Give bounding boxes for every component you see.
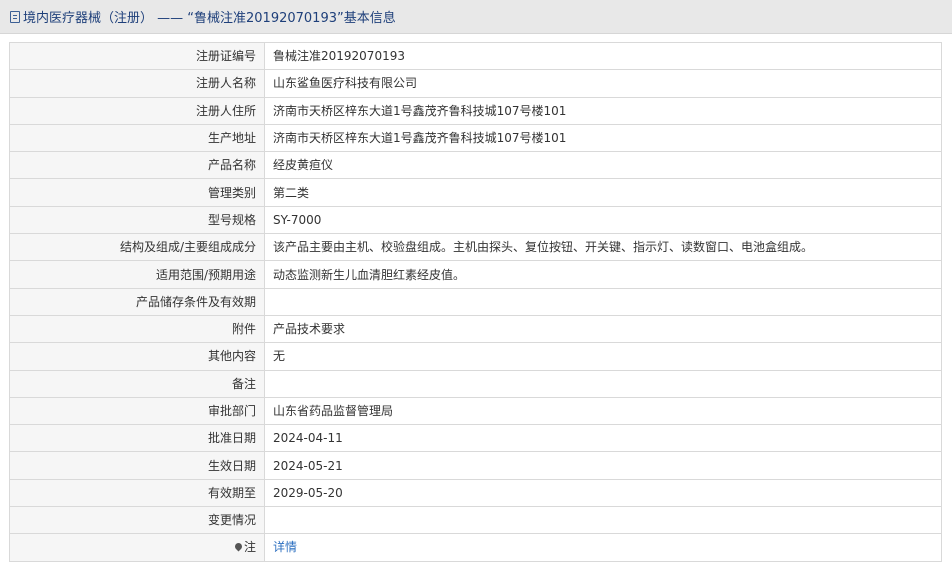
row-value: 2029-05-20 [264,478,942,508]
table-row: 审批部门 山东省药品监督管理局 [9,396,942,426]
table-row: 型号规格 SY-7000 [9,205,942,235]
table-row: 产品储存条件及有效期 [9,287,942,316]
note-value-cell: 详情 [264,533,942,562]
row-label: 审批部门 [9,396,265,426]
row-value: 鲁械注准20192070193 [264,41,942,71]
row-label: 结构及组成/主要组成成分 [9,233,265,262]
table-row: 注册证编号 鲁械注准20192070193 [9,41,942,71]
row-value [264,287,942,316]
table-row: 其他内容无 [9,342,942,371]
row-value: 2024-04-11 [264,424,942,453]
page-header: 境内医疗器械（注册） —— “鲁械注准20192070193”基本信息 [0,0,952,34]
row-label: 其他内容 [9,342,265,371]
table-row: 结构及组成/主要组成成分 该产品主要由主机、校验盘组成。主机由探头、复位按钮、开关… [9,233,942,262]
row-label: 注册证编号 [9,41,265,71]
row-value: 2024-05-21 [264,451,942,480]
row-label: 管理类别 [9,178,265,207]
table-row: 产品名称 经皮黄疸仪 [9,151,942,180]
row-label: 产品储存条件及有效期 [9,287,265,316]
table-row: 适用范围/预期用途 动态监测新生儿血清胆红素经皮值。 [9,260,942,289]
row-value: 山东省药品监督管理局 [264,396,942,426]
row-value: 该产品主要由主机、校验盘组成。主机由探头、复位按钮、开关键、指示灯、读数窗口、电… [264,233,942,262]
row-value: 无 [264,342,942,371]
header-category: 境内医疗器械（注册） [23,11,154,26]
table-row: 备注 [9,369,942,398]
row-label: 适用范围/预期用途 [9,260,265,289]
row-value: 第二类 [264,178,942,207]
row-label: 产品名称 [9,151,265,180]
document-icon [10,10,20,23]
table-row: 变更情况 [9,506,942,535]
table-row: 有效期至 2029-05-20 [9,478,942,508]
row-value [264,506,942,535]
row-label: 注册人住所 [9,96,265,125]
row-label: 变更情况 [9,506,265,535]
row-value: 动态监测新生儿血清胆红素经皮值。 [264,260,942,289]
row-value [264,369,942,398]
table-row: 生产地址 济南市天桥区梓东大道1号鑫茂齐鲁科技城107号楼101 [9,123,942,153]
row-value: 济南市天桥区梓东大道1号鑫茂齐鲁科技城107号楼101 [264,96,942,125]
table-row: 注册人名称 山东鲨鱼医疗科技有限公司 [9,69,942,98]
row-label: 附件 [9,314,265,344]
details-link[interactable]: 详情 [273,540,297,554]
row-label: 注册人名称 [9,69,265,98]
note-label-cell: 注 [9,533,265,562]
table-row: 附件 产品技术要求 [9,314,942,344]
detail-table: 注册证编号 鲁械注准20192070193 注册人名称 山东鲨鱼医疗科技有限公司 注… [9,41,942,562]
header-record-title: “鲁械注准20192070193”基本信息 [187,11,396,26]
table-row: 生效日期 2024-05-21 [9,451,942,480]
row-label: 型号规格 [9,205,265,235]
header-separator: —— [153,11,188,26]
page-title: 境内医疗器械（注册） —— “鲁械注准20192070193”基本信息 [23,7,396,26]
row-label: 生效日期 [9,451,265,480]
pin-icon [233,542,244,552]
row-value: 济南市天桥区梓东大道1号鑫茂齐鲁科技城107号楼101 [264,123,942,153]
row-label: 有效期至 [9,478,265,508]
table-row: 批准日期 2024-04-11 [9,424,942,453]
note-row: 注 详情 [9,533,942,562]
row-label: 批准日期 [9,424,265,453]
row-value: 经皮黄疸仪 [264,151,942,180]
detail-table-wrapper: 注册证编号 鲁械注准20192070193 注册人名称 山东鲨鱼医疗科技有限公司 注… [9,41,942,562]
row-label: 备注 [9,369,265,398]
note-label: 注 [243,540,256,555]
table-row: 注册人住所 济南市天桥区梓东大道1号鑫茂齐鲁科技城107号楼101 [9,96,942,125]
table-row: 管理类别 第二类 [9,178,942,207]
row-value: 产品技术要求 [264,314,942,344]
row-label: 生产地址 [9,123,265,153]
row-value: 山东鲨鱼医疗科技有限公司 [264,69,942,98]
row-value: SY-7000 [264,205,942,235]
